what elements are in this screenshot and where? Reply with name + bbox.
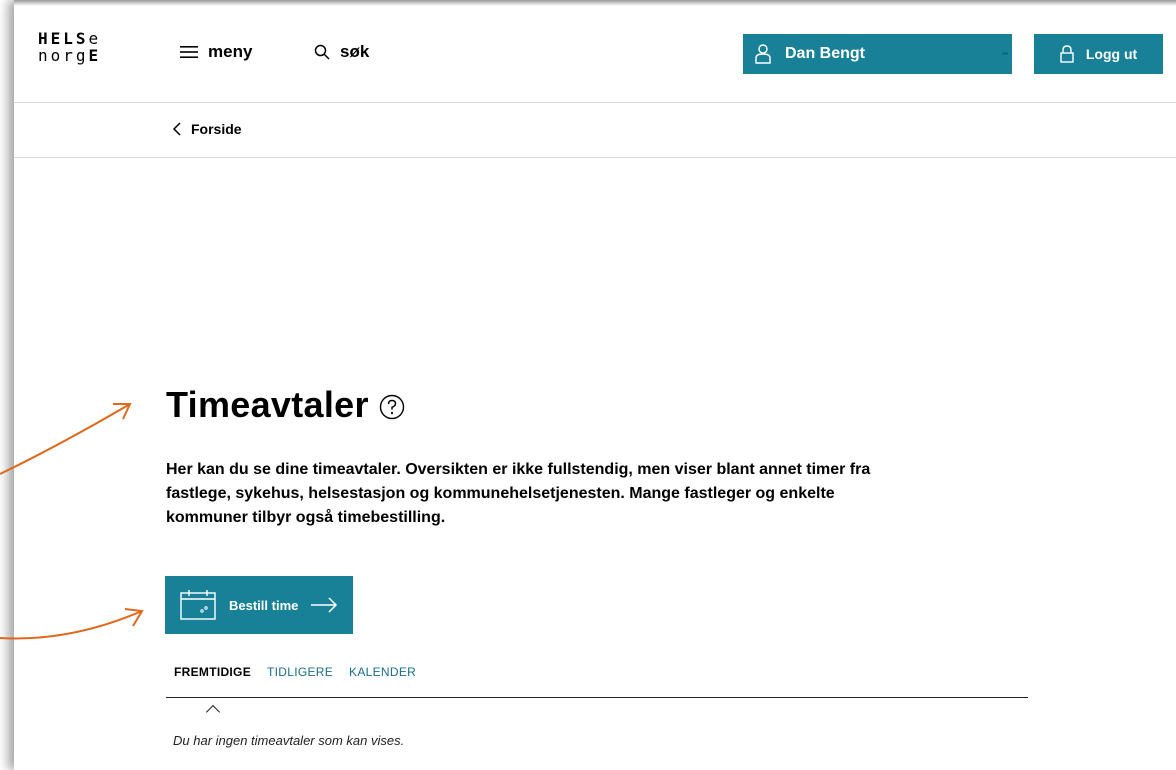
annotation-arrow-title	[0, 403, 132, 475]
annotation-arrow-button	[0, 608, 144, 640]
annotation-arrows	[0, 403, 144, 640]
